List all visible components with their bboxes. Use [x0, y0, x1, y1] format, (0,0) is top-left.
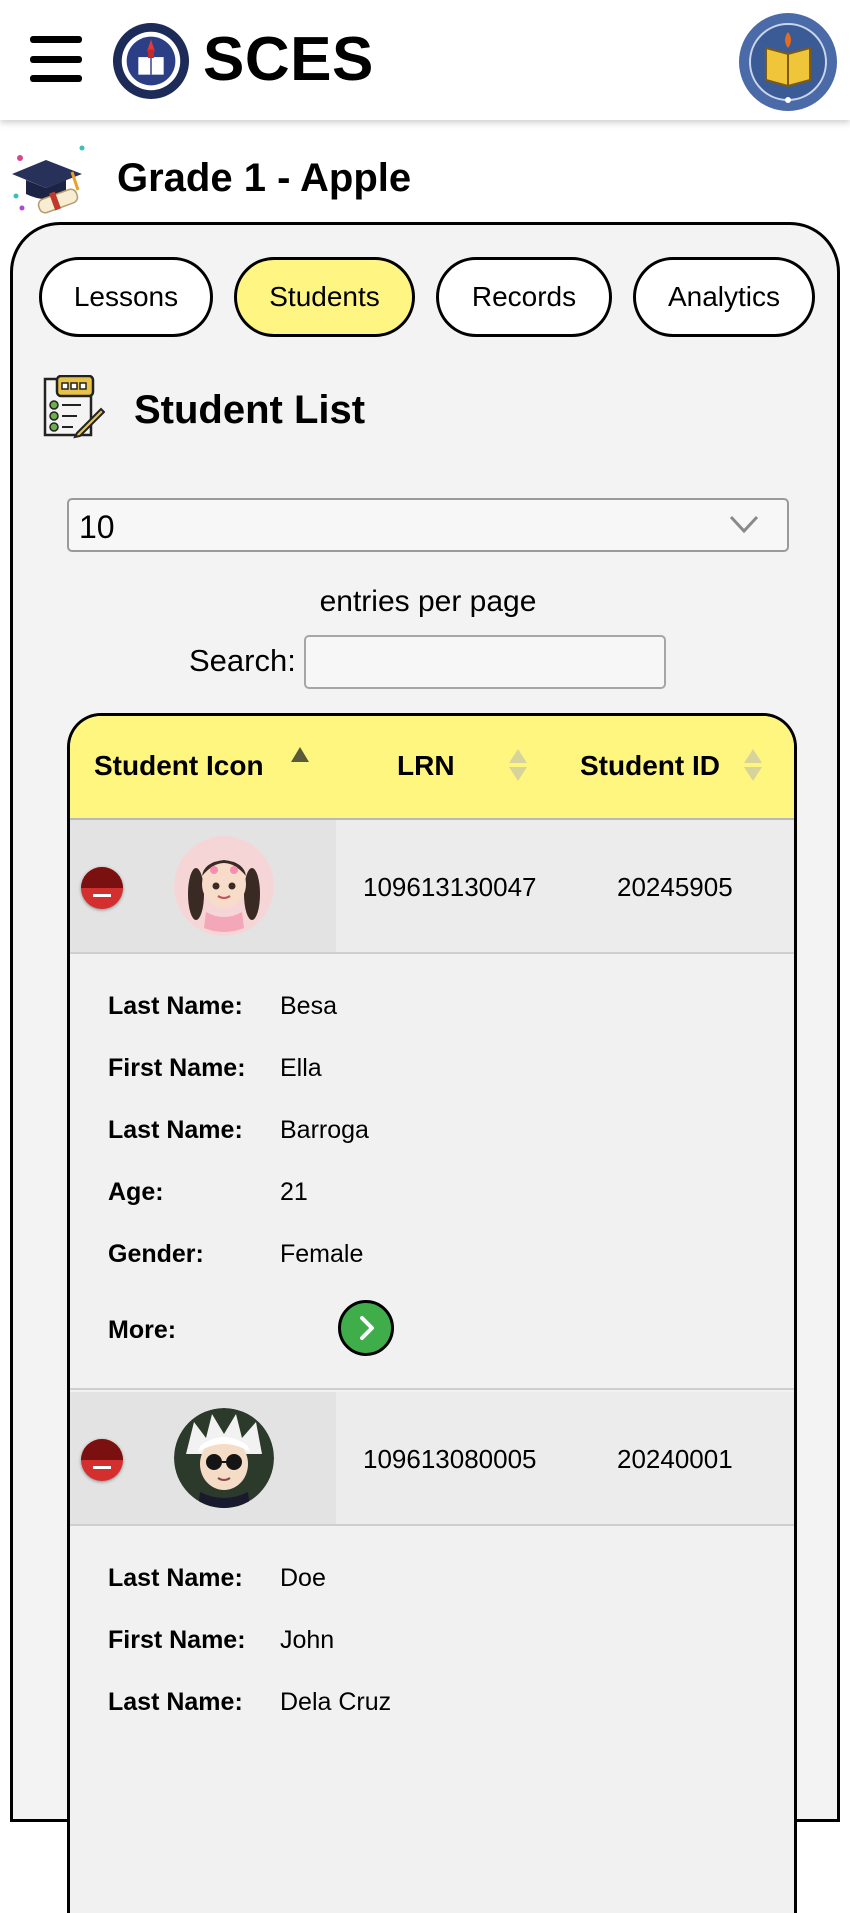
student-avatar-boy[interactable]: [174, 1408, 274, 1508]
collapse-row-button[interactable]: [81, 867, 123, 909]
detail-row: Gender: Female: [108, 1240, 748, 1280]
column-header-lrn[interactable]: LRN: [397, 750, 455, 782]
detail-value: Dela Cruz: [280, 1688, 392, 1716]
section-title: Student List: [134, 388, 366, 432]
detail-label: More:: [108, 1316, 177, 1344]
detail-value: Doe: [280, 1564, 326, 1592]
section-header: Student List: [43, 375, 543, 445]
detail-value: John: [280, 1626, 335, 1654]
table-header: Student Icon LRN Student ID: [70, 716, 794, 820]
pamunuan-seal-icon[interactable]: [738, 12, 838, 112]
detail-label: Last Name:: [108, 1688, 243, 1716]
student-icon-cell: [70, 820, 336, 952]
search-label: Search:: [189, 643, 296, 678]
graduation-cap-icon: [12, 145, 85, 214]
detail-label: Last Name:: [108, 992, 243, 1020]
column-header-student-id[interactable]: Student ID: [580, 750, 720, 782]
detail-value: 21: [280, 1178, 308, 1206]
search-input[interactable]: [304, 635, 666, 689]
detail-label: Last Name:: [108, 1116, 243, 1144]
student-avatar-girl[interactable]: [174, 836, 274, 936]
top-navbar: SCES: [0, 0, 850, 120]
detail-row: First Name: John: [108, 1626, 748, 1666]
tab-bar: Lessons Students Records Analytics: [39, 257, 819, 337]
column-header-student-icon[interactable]: Student Icon: [94, 750, 264, 782]
detail-row: Last Name: Besa: [108, 992, 748, 1032]
detail-row: Last Name: Barroga: [108, 1116, 748, 1156]
detail-row: Last Name: Dela Cruz: [108, 1688, 748, 1728]
entries-select-value: 10: [79, 509, 115, 545]
row-details: Last Name: Doe First Name: John Last Nam…: [70, 1526, 794, 1913]
detail-row: More:: [108, 1300, 748, 1356]
class-title: Grade 1 - Apple: [117, 156, 412, 200]
tab-lessons[interactable]: Lessons: [39, 257, 213, 337]
table-row[interactable]: 109613130047 20245905: [70, 820, 794, 954]
entries-per-page-label: entries per page: [319, 585, 537, 618]
tab-records[interactable]: Records: [436, 257, 612, 337]
chevron-down-icon: [729, 515, 759, 534]
detail-label: Gender:: [108, 1240, 204, 1268]
row-details: Last Name: Besa First Name: Ella Last Na…: [70, 954, 794, 1390]
class-title-row: Grade 1 - Apple: [0, 130, 850, 220]
lrn-cell: 109613130047: [363, 872, 537, 902]
detail-value: Besa: [280, 992, 337, 1020]
student-icon-cell: [70, 1392, 336, 1524]
more-details-button[interactable]: [338, 1300, 394, 1356]
sort-icon[interactable]: [744, 749, 762, 783]
sort-icon[interactable]: [509, 749, 527, 783]
detail-value: Barroga: [280, 1116, 369, 1144]
chevron-right-icon: [360, 1316, 374, 1340]
student-id-cell: 20245905: [617, 872, 733, 902]
detail-row: Last Name: Doe: [108, 1564, 748, 1604]
detail-row: First Name: Ella: [108, 1054, 748, 1094]
entries-per-page-select[interactable]: 10: [67, 498, 789, 552]
student-id-cell: 20240001: [617, 1444, 733, 1474]
school-seal-icon[interactable]: [112, 22, 190, 100]
detail-value: Ella: [280, 1054, 322, 1082]
detail-label: Age:: [108, 1178, 164, 1206]
detail-label: Last Name:: [108, 1564, 243, 1592]
sort-asc-icon[interactable]: [291, 747, 309, 762]
brand-title: SCES: [203, 25, 374, 94]
student-table: Student Icon LRN Student ID 109613130047…: [67, 713, 797, 1913]
detail-label: First Name:: [108, 1054, 246, 1082]
collapse-row-button[interactable]: [81, 1439, 123, 1481]
checklist-icon: [43, 375, 105, 439]
tab-analytics[interactable]: Analytics: [633, 257, 815, 337]
detail-value: Female: [280, 1240, 364, 1268]
hamburger-menu-icon[interactable]: [30, 36, 82, 82]
detail-row: Age: 21: [108, 1178, 748, 1218]
detail-label: First Name:: [108, 1626, 246, 1654]
lrn-cell: 109613080005: [363, 1444, 537, 1474]
main-card: Lessons Students Records Analytics Stude…: [10, 222, 840, 1913]
table-row[interactable]: 109613080005 20240001: [70, 1392, 794, 1526]
tab-students[interactable]: Students: [234, 257, 415, 337]
